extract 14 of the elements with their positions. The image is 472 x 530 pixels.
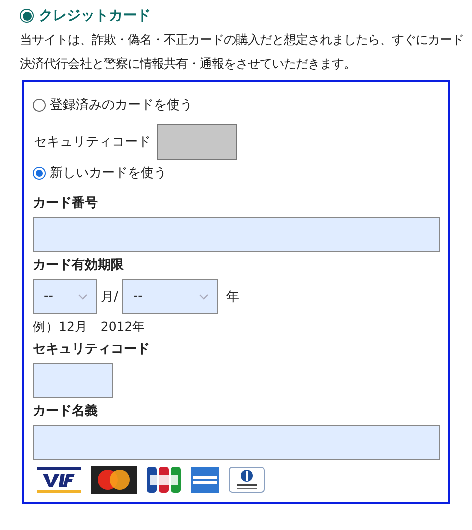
field-label: セキュリティコード	[34, 134, 151, 151]
field-label: カード有効期限	[33, 257, 125, 274]
notice-text: 当サイトは、詐欺・偽名・不正カードの購入だと想定されましたら、すぐにカード決済代行会社と警察に情報共有・通報をさせていただきます。	[20, 31, 465, 73]
field-label: カード名義	[33, 403, 99, 420]
example-text: 例）12月 2012年	[33, 319, 147, 336]
radio-label: 登録済みのカードを使う	[50, 97, 193, 114]
year-dropdown[interactable]: --	[122, 279, 218, 314]
unit-label: 年	[226, 288, 240, 306]
radio-label: 新しいカードを使う	[50, 165, 167, 182]
field-label: セキュリティコード	[33, 341, 151, 358]
month-dropdown[interactable]: --	[33, 279, 97, 314]
field-label: カード番号	[33, 195, 99, 212]
unit-label: 月/	[101, 288, 118, 306]
payment-option-label: クレジットカード	[39, 7, 151, 25]
